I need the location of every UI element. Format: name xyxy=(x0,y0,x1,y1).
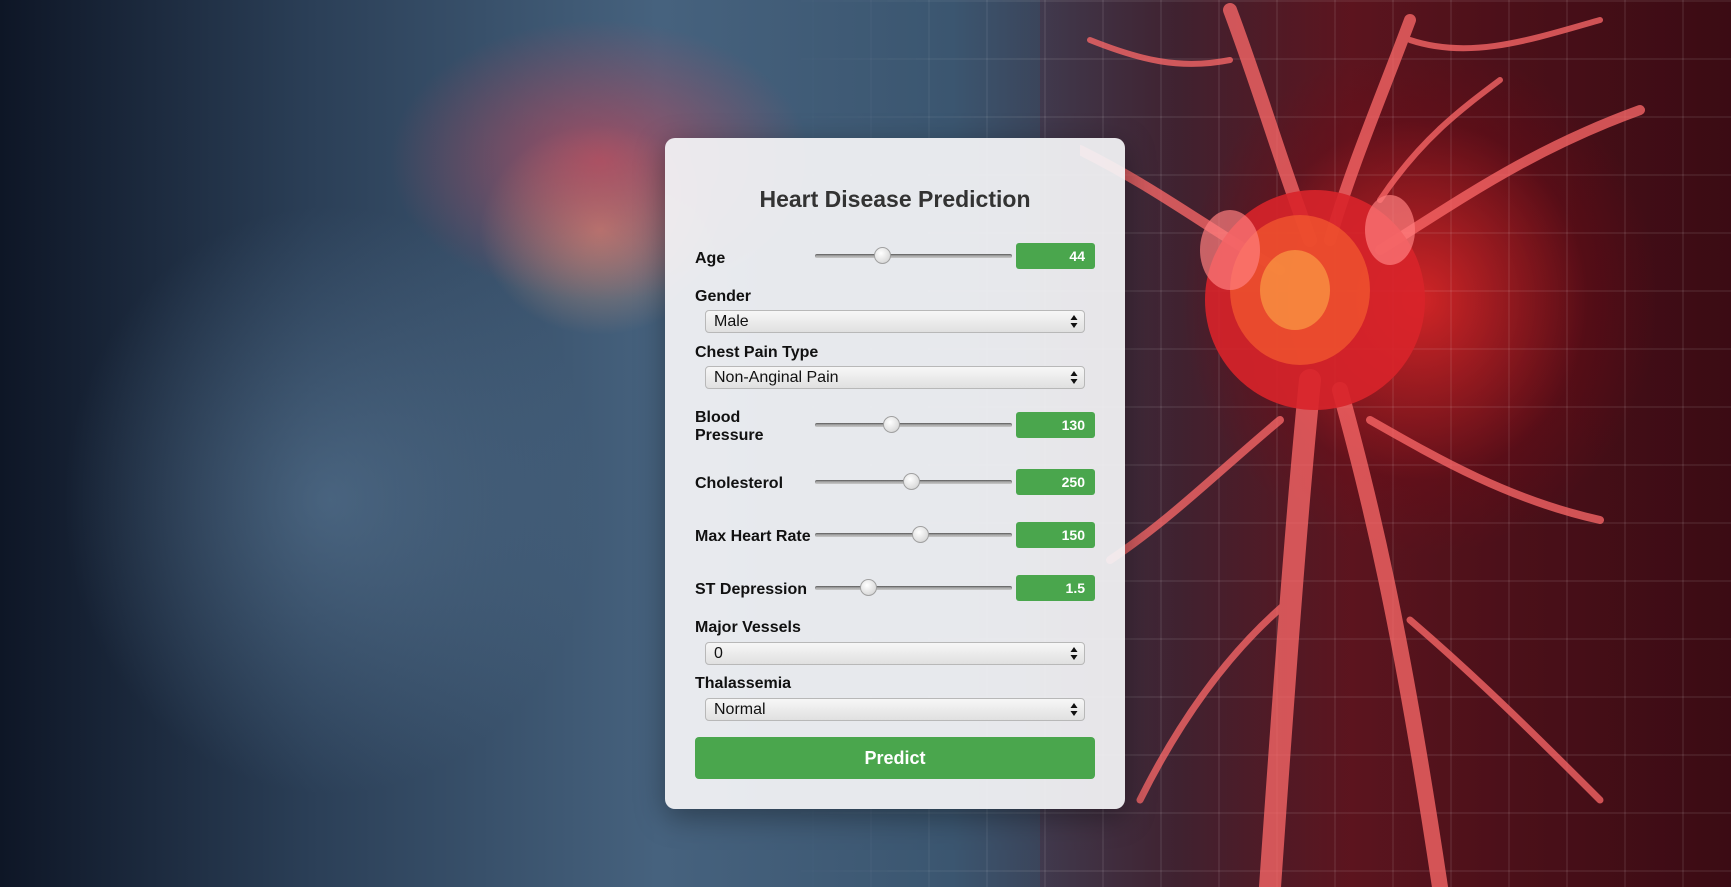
up-down-arrows-icon xyxy=(1070,315,1078,328)
up-down-arrows-icon xyxy=(1070,647,1078,660)
up-down-arrows-icon xyxy=(1070,703,1078,716)
major-vessels-label: Major Vessels xyxy=(695,619,801,636)
slider-thumb[interactable] xyxy=(903,473,920,490)
major-vessels-selected-value: 0 xyxy=(714,645,723,662)
blood-pressure-slider[interactable] xyxy=(815,413,1012,437)
gender-select[interactable]: Male xyxy=(705,310,1085,333)
chest-pain-selected-value: Non-Anginal Pain xyxy=(714,369,839,386)
cholesterol-slider[interactable] xyxy=(815,470,1012,494)
thalassemia-select[interactable]: Normal xyxy=(705,698,1085,721)
slider-thumb[interactable] xyxy=(883,416,900,433)
thalassemia-label: Thalassemia xyxy=(695,675,792,692)
thalassemia-selected-value: Normal xyxy=(714,701,766,718)
age-label: Age xyxy=(695,250,726,267)
blood-pressure-label: Blood Pressure xyxy=(695,409,764,444)
cholesterol-label: Cholesterol xyxy=(695,475,784,492)
st-depression-value: 1.5 xyxy=(1016,575,1095,601)
st-depression-label: ST Depression xyxy=(695,581,808,598)
age-slider[interactable] xyxy=(815,244,1012,268)
max-heart-rate-label: Max Heart Rate xyxy=(695,528,811,545)
st-depression-slider[interactable] xyxy=(815,576,1012,600)
chest-pain-select[interactable]: Non-Anginal Pain xyxy=(705,366,1085,389)
slider-track xyxy=(815,254,1012,258)
form-title: Heart Disease Prediction xyxy=(759,186,1031,212)
gender-selected-value: Male xyxy=(714,313,749,330)
blood-pressure-value: 130 xyxy=(1016,412,1095,438)
slider-track xyxy=(815,586,1012,590)
slider-track xyxy=(815,423,1012,427)
age-value: 44 xyxy=(1016,243,1095,269)
gender-label: Gender xyxy=(695,288,752,305)
chest-pain-label: Chest Pain Type xyxy=(695,344,819,361)
cholesterol-value: 250 xyxy=(1016,469,1095,495)
prediction-form-card: Heart Disease Prediction Age 44 Gender M… xyxy=(665,138,1125,809)
predict-button[interactable]: Predict xyxy=(695,737,1095,779)
max-heart-rate-slider[interactable] xyxy=(815,523,1012,547)
max-heart-rate-value: 150 xyxy=(1016,522,1095,548)
heart-illustration xyxy=(1080,3,1645,887)
slider-thumb[interactable] xyxy=(874,247,891,264)
up-down-arrows-icon xyxy=(1070,371,1078,384)
slider-thumb[interactable] xyxy=(912,526,929,543)
major-vessels-select[interactable]: 0 xyxy=(705,642,1085,665)
slider-thumb[interactable] xyxy=(860,579,877,596)
